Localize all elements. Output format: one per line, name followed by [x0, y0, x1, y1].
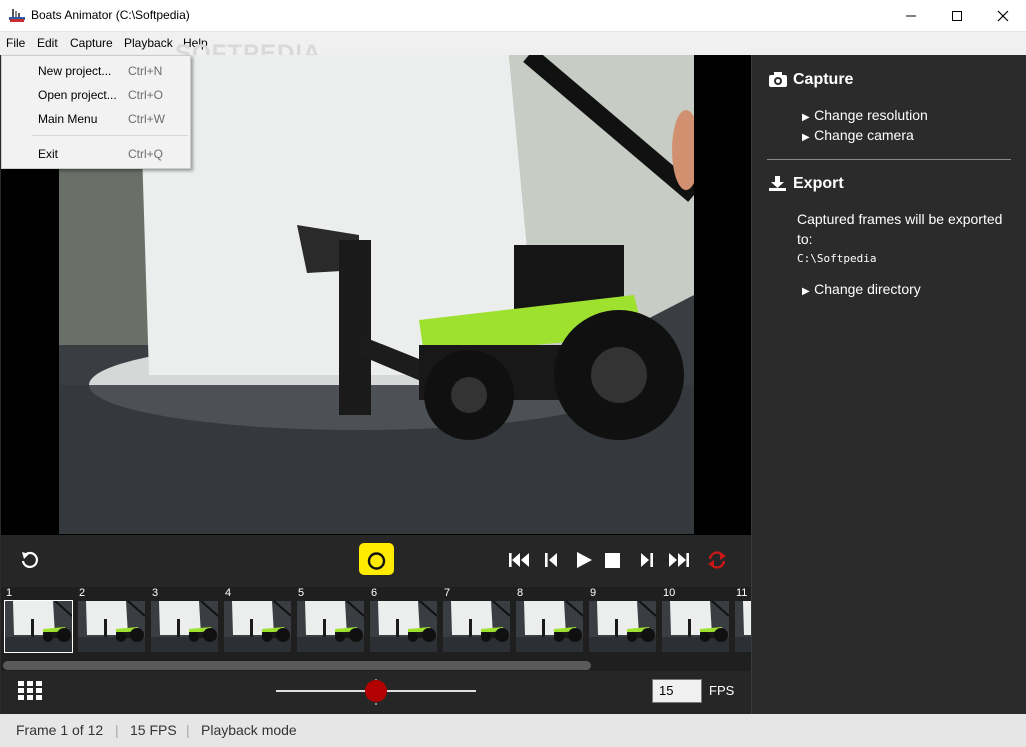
menu-capture[interactable]: Capture: [70, 36, 113, 50]
grid-icon[interactable]: [18, 681, 43, 700]
frame-number: 2: [79, 587, 86, 599]
file-menu-dropdown: New project... Ctrl+N Open project... Ct…: [1, 55, 191, 169]
frame-number: 10: [663, 587, 676, 599]
capture-frame-button[interactable]: [359, 543, 394, 575]
play-icon[interactable]: [575, 550, 593, 570]
frame-thumbnail[interactable]: [224, 601, 291, 652]
frame-number: 9: [590, 587, 597, 599]
side-panel: [751, 55, 1026, 714]
close-icon: [997, 10, 1009, 21]
frame-number: 11: [736, 587, 748, 599]
frame-number: 6: [371, 587, 378, 599]
section-divider: [767, 159, 1011, 160]
capture-heading: Capture: [793, 71, 854, 88]
frame-number: 8: [517, 587, 524, 599]
minimize-icon: [906, 15, 916, 16]
step-back-icon[interactable]: [543, 551, 559, 569]
frame-thumbnail[interactable]: [297, 601, 364, 652]
menu-playback[interactable]: Playback: [124, 36, 173, 50]
frame-number: 5: [298, 587, 305, 599]
maximize-button[interactable]: [934, 0, 980, 31]
status-mode: Playback mode: [201, 722, 297, 738]
stop-icon[interactable]: [604, 552, 622, 568]
frame-thumbnail[interactable]: [516, 601, 583, 652]
caret-right-icon: ▶: [802, 112, 810, 123]
camera-icon: [367, 547, 386, 570]
scrollbar-thumb[interactable]: [3, 661, 591, 670]
export-heading: Export: [793, 175, 844, 192]
change-resolution-link[interactable]: ▶ Change resolution: [802, 107, 928, 125]
frame-thumbnail[interactable]: [589, 601, 656, 652]
status-fps: 15 FPS: [130, 722, 177, 738]
loop-icon[interactable]: [706, 550, 728, 570]
frame-number: 7: [444, 587, 451, 599]
frame-thumbnail[interactable]: [662, 601, 729, 652]
maximize-icon: [952, 10, 962, 21]
frame-number: 4: [225, 587, 232, 599]
fps-label: FPS: [709, 683, 735, 698]
download-icon: [769, 176, 786, 191]
minimize-button[interactable]: [888, 0, 934, 31]
frame-number: 3: [152, 587, 159, 599]
fps-input[interactable]: 15: [652, 679, 702, 703]
frame-thumbnail[interactable]: [735, 601, 751, 652]
frame-thumbnail[interactable]: [370, 601, 437, 652]
undo-icon[interactable]: [20, 550, 40, 570]
export-description-line2: to:: [797, 231, 813, 247]
slider-thumb[interactable]: [365, 680, 387, 702]
step-forward-icon[interactable]: [639, 551, 655, 569]
app-icon: [9, 9, 25, 22]
menu-item-exit[interactable]: Exit Ctrl+Q: [2, 143, 190, 165]
frame-strip: 1 2 3 4 5 6 7 8 9 10 11: [1, 587, 751, 659]
status-separator: |: [115, 722, 119, 738]
menu-edit[interactable]: Edit: [37, 36, 58, 50]
caret-right-icon: ▶: [802, 286, 810, 297]
menu-separator: [32, 135, 188, 136]
frame-thumbnail[interactable]: [78, 601, 145, 652]
frame-thumbnail[interactable]: [151, 601, 218, 652]
onion-skin-slider[interactable]: [274, 677, 478, 707]
menu-item-new-project[interactable]: New project... Ctrl+N: [2, 60, 190, 82]
camera-icon: [769, 72, 787, 87]
skip-last-icon[interactable]: [668, 551, 690, 569]
change-camera-link[interactable]: ▶ Change camera: [802, 127, 914, 145]
menu-item-main-menu[interactable]: Main Menu Ctrl+W: [2, 108, 190, 130]
export-description-line1: Captured frames will be exported: [797, 211, 1003, 227]
menu-item-open-project[interactable]: Open project... Ctrl+O: [2, 84, 190, 106]
change-directory-link[interactable]: ▶ Change directory: [802, 281, 921, 299]
export-directory-path: C:\Softpedia: [797, 252, 877, 265]
status-separator: |: [186, 722, 190, 738]
status-frame: Frame 1 of 12: [16, 722, 104, 738]
window-title: Boats Animator (C:\Softpedia): [31, 8, 190, 22]
frame-thumbnail[interactable]: [443, 601, 510, 652]
caret-right-icon: ▶: [802, 132, 810, 143]
frame-number: 1: [6, 587, 13, 599]
menu-file[interactable]: File: [6, 36, 25, 50]
close-button[interactable]: [980, 0, 1026, 31]
skip-first-icon[interactable]: [508, 551, 530, 569]
frame-thumbnail[interactable]: [4, 600, 73, 653]
